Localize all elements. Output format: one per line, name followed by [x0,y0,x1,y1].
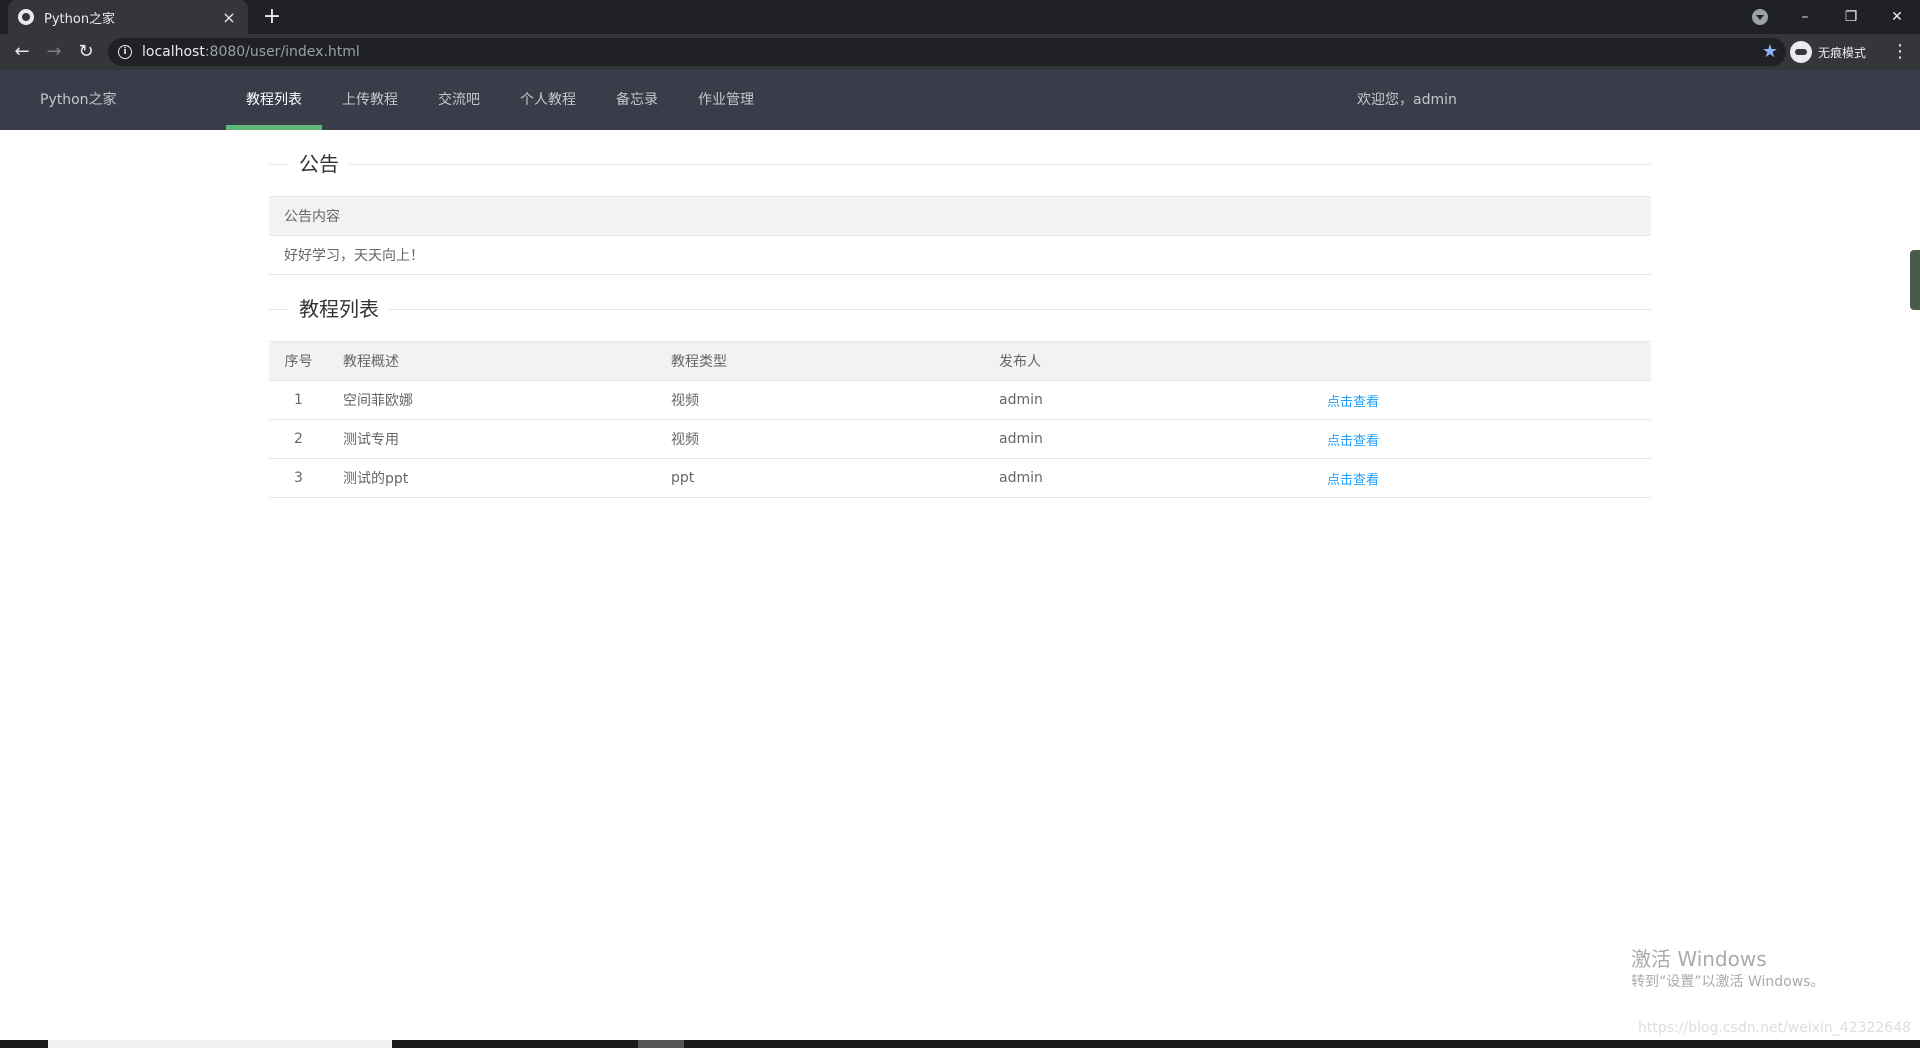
taskbar [0,1040,1920,1048]
notice-table: 公告内容 好好学习，天天向上！ [269,196,1651,275]
bookmark-star-icon[interactable]: ★ [1762,41,1778,62]
row-type: 视频 [656,380,984,420]
forward-arrow-icon[interactable]: → [42,40,66,64]
row-publisher: admin [984,458,1312,498]
table-row: 1 空间菲欧娜 视频 admin 点击查看 [269,380,1651,420]
new-tab-button[interactable]: + [260,5,284,29]
welcome-user[interactable]: 欢迎您，admin [1357,70,1457,130]
browser-menu-icon[interactable]: ⋮ [1890,40,1910,64]
column-header-no: 序号 [269,341,328,381]
activation-watermark-text: 转到“设置”以激活 Windows。 [1631,974,1825,990]
tutorials-title: 教程列表 [289,295,389,323]
tutorials-table: 序号 教程概述 教程类型 发布人 1 空间菲欧娜 视频 admin 点击查看 2… [269,341,1651,498]
row-publisher: admin [984,419,1312,459]
tab-search-icon[interactable] [1752,9,1768,25]
browser-tab[interactable]: Python之家 × [8,0,248,34]
divider [269,309,1651,310]
app-header: Python之家 教程列表 上传教程 交流吧 个人教程 备忘录 作业管理 欢迎您… [0,70,1920,130]
tab-close-icon[interactable]: × [220,8,238,27]
nav-item-upload-tutorial[interactable]: 上传教程 [322,70,418,130]
column-header-type: 教程类型 [656,341,984,381]
main-nav: 教程列表 上传教程 交流吧 个人教程 备忘录 作业管理 [226,70,774,130]
taskbar-item[interactable] [638,1040,684,1048]
table-header-row: 公告内容 [269,196,1651,236]
table-row: 好好学习，天天向上！ [269,235,1651,275]
blog-url-watermark: https://blog.csdn.net/weixin_42322648 [1638,1020,1912,1036]
row-number: 2 [269,419,328,459]
tutorials-section-header: 教程列表 [269,275,1651,341]
back-arrow-icon[interactable]: ← [10,40,34,64]
site-logo[interactable]: Python之家 [40,70,117,130]
nav-item-homework[interactable]: 作业管理 [678,70,774,130]
address-bar[interactable]: i localhost:8080/user/index.html ★ [108,38,1786,66]
activation-watermark-title: 激活 Windows [1631,947,1767,971]
view-link[interactable]: 点击查看 [1327,473,1379,488]
row-number: 1 [269,380,328,420]
row-summary: 空间菲欧娜 [328,380,656,420]
divider [269,164,1651,165]
column-header-action [1312,341,1651,381]
view-link[interactable]: 点击查看 [1327,395,1379,410]
taskbar-item[interactable] [48,1040,392,1048]
column-header: 公告内容 [269,196,1651,236]
incognito-indicator[interactable]: 无痕模式 [1790,40,1866,64]
reload-icon[interactable]: ↻ [74,40,98,64]
browser-tab-bar: Python之家 × + – ❐ ✕ [0,0,1920,34]
side-panel-handle[interactable] [1910,250,1920,310]
row-type: ppt [656,458,984,498]
nav-item-personal-tutorials[interactable]: 个人教程 [500,70,596,130]
column-header-publisher: 发布人 [984,341,1312,381]
close-window-button[interactable]: ✕ [1874,0,1920,34]
nav-item-forum[interactable]: 交流吧 [418,70,500,130]
url-host: localhost [142,44,205,60]
row-type: 视频 [656,419,984,459]
globe-icon [18,9,34,25]
notice-title: 公告 [289,150,349,178]
table-row: 3 测试的ppt ppt admin 点击查看 [269,458,1651,498]
info-icon[interactable]: i [118,45,132,59]
table-row: 2 测试专用 视频 admin 点击查看 [269,419,1651,459]
notice-content: 好好学习，天天向上！ [269,235,1651,275]
nav-item-memo[interactable]: 备忘录 [596,70,678,130]
incognito-icon [1790,41,1812,63]
nav-item-tutorial-list[interactable]: 教程列表 [226,70,322,130]
tab-title: Python之家 [44,11,116,27]
row-number: 3 [269,458,328,498]
notice-section-header: 公告 [269,130,1651,196]
url-path: :8080/user/index.html [204,44,360,60]
maximize-button[interactable]: ❐ [1828,0,1874,34]
main-content: 公告 公告内容 好好学习，天天向上！ 教程列表 序号 教程概述 教程类型 发布人 [269,130,1651,498]
minimize-button[interactable]: – [1782,0,1828,34]
row-publisher: admin [984,380,1312,420]
incognito-label: 无痕模式 [1818,45,1867,60]
browser-toolbar: ← → ↻ i localhost:8080/user/index.html ★ [0,34,1920,70]
table-header-row: 序号 教程概述 教程类型 发布人 [269,341,1651,381]
view-link[interactable]: 点击查看 [1327,434,1379,449]
row-summary: 测试专用 [328,419,656,459]
column-header-summary: 教程概述 [328,341,656,381]
row-summary: 测试的ppt [328,458,656,498]
